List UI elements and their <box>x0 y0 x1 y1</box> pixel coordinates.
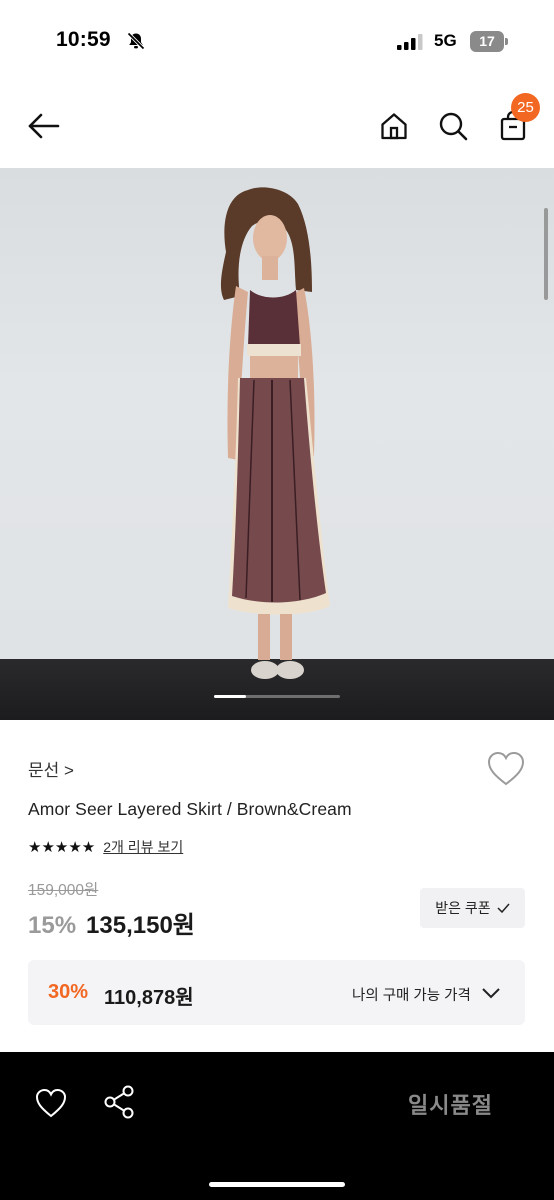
cart-count-badge: 25 <box>511 93 540 122</box>
back-button[interactable] <box>20 84 68 168</box>
network-type: 5G <box>434 31 457 50</box>
soldout-button[interactable]: 일시품절 <box>408 1088 493 1120</box>
discount-rate: 15% <box>28 912 77 939</box>
my-price-box[interactable]: 30% 110,878원 나의 구매 가능 가격 <box>28 960 525 1025</box>
carousel-indicator[interactable] <box>214 695 246 698</box>
sale-price: 135,150원 <box>86 912 195 939</box>
heart-icon <box>487 751 525 786</box>
my-price-label: 나의 구매 가능 가격 <box>352 988 471 1004</box>
top-nav <box>0 84 554 168</box>
rating-row: ★★★★★ 2개 리뷰 보기 <box>28 837 183 857</box>
share-icon[interactable] <box>102 1084 136 1120</box>
price-row: 15% 135,150원 <box>28 905 195 940</box>
my-price: 110,878원 <box>104 987 194 1009</box>
brand-link[interactable]: 문선 > <box>28 756 74 781</box>
review-link[interactable]: 2개 리뷰 보기 <box>103 837 183 857</box>
home-icon <box>381 113 407 140</box>
search-button[interactable] <box>429 84 477 168</box>
battery-level: 17 <box>479 33 495 49</box>
coupon-button[interactable]: 받은 쿠폰 <box>420 888 525 928</box>
star-rating: ★★★★★ <box>28 838 96 856</box>
image-scrollbar[interactable] <box>544 208 548 300</box>
bottom-action-bar: 일시품절 <box>0 1052 554 1200</box>
my-discount-rate: 30% <box>48 981 89 1003</box>
home-button[interactable] <box>370 84 418 168</box>
original-price: 159,000원 <box>28 882 99 899</box>
product-photo <box>220 187 330 679</box>
coupon-label: 받은 쿠폰 <box>435 900 491 916</box>
product-image[interactable] <box>0 168 554 720</box>
search-icon <box>439 112 468 141</box>
wishlist-button[interactable] <box>486 750 526 788</box>
bell-off-icon <box>127 32 145 50</box>
check-icon <box>497 903 510 913</box>
back-arrow-icon <box>28 113 60 139</box>
chevron-down-icon <box>482 988 500 999</box>
signal-icon <box>397 34 423 50</box>
home-indicator[interactable] <box>209 1182 345 1187</box>
battery-icon: 17 <box>470 31 508 52</box>
heart-icon[interactable] <box>34 1086 68 1120</box>
status-bar: 10:59 5G 17 <box>0 0 554 84</box>
product-title: Amor Seer Layered Skirt / Brown&Cream <box>28 799 352 819</box>
status-time: 10:59 <box>56 28 111 51</box>
